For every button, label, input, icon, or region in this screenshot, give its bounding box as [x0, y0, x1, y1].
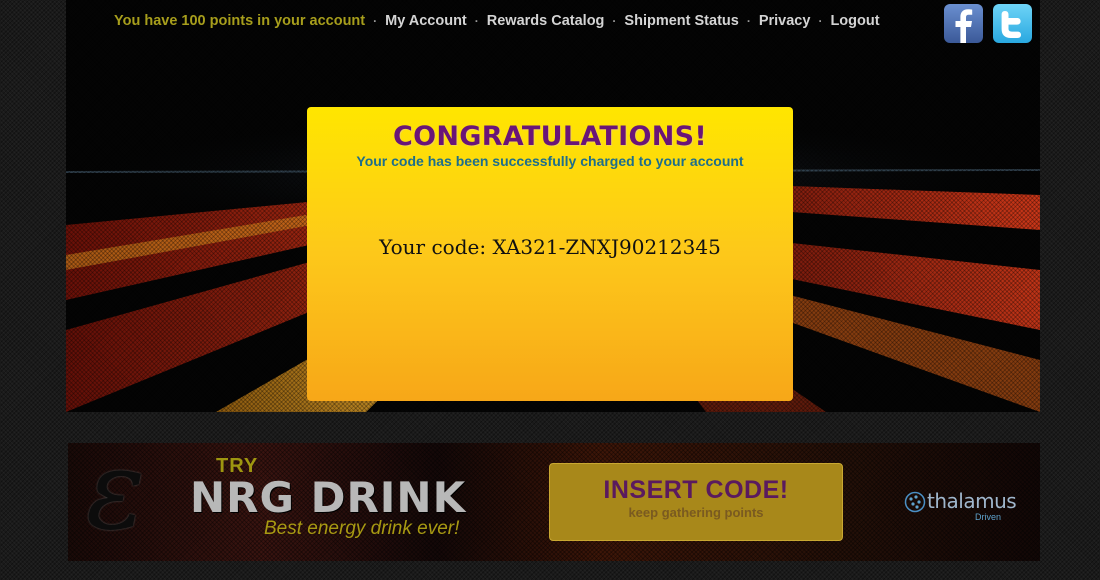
- dialog-title: CONGRATULATIONS!: [392, 121, 708, 152]
- nav-rewards-catalog[interactable]: Rewards Catalog: [487, 13, 605, 29]
- twitter-icon[interactable]: [993, 4, 1032, 43]
- nav-separator: ·: [474, 14, 479, 28]
- nav-logout[interactable]: Logout: [830, 13, 879, 29]
- facebook-icon[interactable]: [944, 4, 983, 43]
- thalamus-logo[interactable]: thalamus Driven: [904, 489, 1017, 523]
- redeemed-code: Your code: XA321-ZNXJ90212345: [379, 235, 721, 259]
- congratulations-dialog: CONGRATULATIONS! Your code has been succ…: [307, 107, 793, 401]
- nav-privacy[interactable]: Privacy: [759, 13, 811, 29]
- globe-icon: [904, 491, 926, 513]
- banner-brand: NRG DRINK: [190, 473, 467, 522]
- top-nav: You have 100 points in your account · My…: [114, 11, 880, 31]
- insert-code-sublabel: keep gathering points: [628, 505, 764, 520]
- banner-tagline: Best energy drink ever!: [264, 518, 460, 539]
- nav-separator: ·: [818, 14, 823, 28]
- promo-banner: ε TRY NRG DRINK Best energy drink ever! …: [68, 443, 1040, 561]
- insert-code-label: INSERT CODE!: [603, 476, 789, 504]
- energy-e-logo: ε: [86, 443, 146, 554]
- nav-separator: ·: [612, 14, 617, 28]
- nav-shipment-status[interactable]: Shipment Status: [624, 13, 738, 29]
- points-balance: You have 100 points in your account: [114, 13, 366, 29]
- nav-my-account[interactable]: My Account: [385, 13, 467, 29]
- nav-separator: ·: [373, 14, 378, 28]
- nav-separator: ·: [746, 14, 751, 28]
- sponsor-name: thalamus: [927, 489, 1017, 513]
- insert-code-button[interactable]: INSERT CODE! keep gathering points: [549, 463, 843, 541]
- sponsor-tagline: Driven: [975, 512, 1002, 522]
- dialog-subtitle: Your code has been successfully charged …: [356, 153, 744, 169]
